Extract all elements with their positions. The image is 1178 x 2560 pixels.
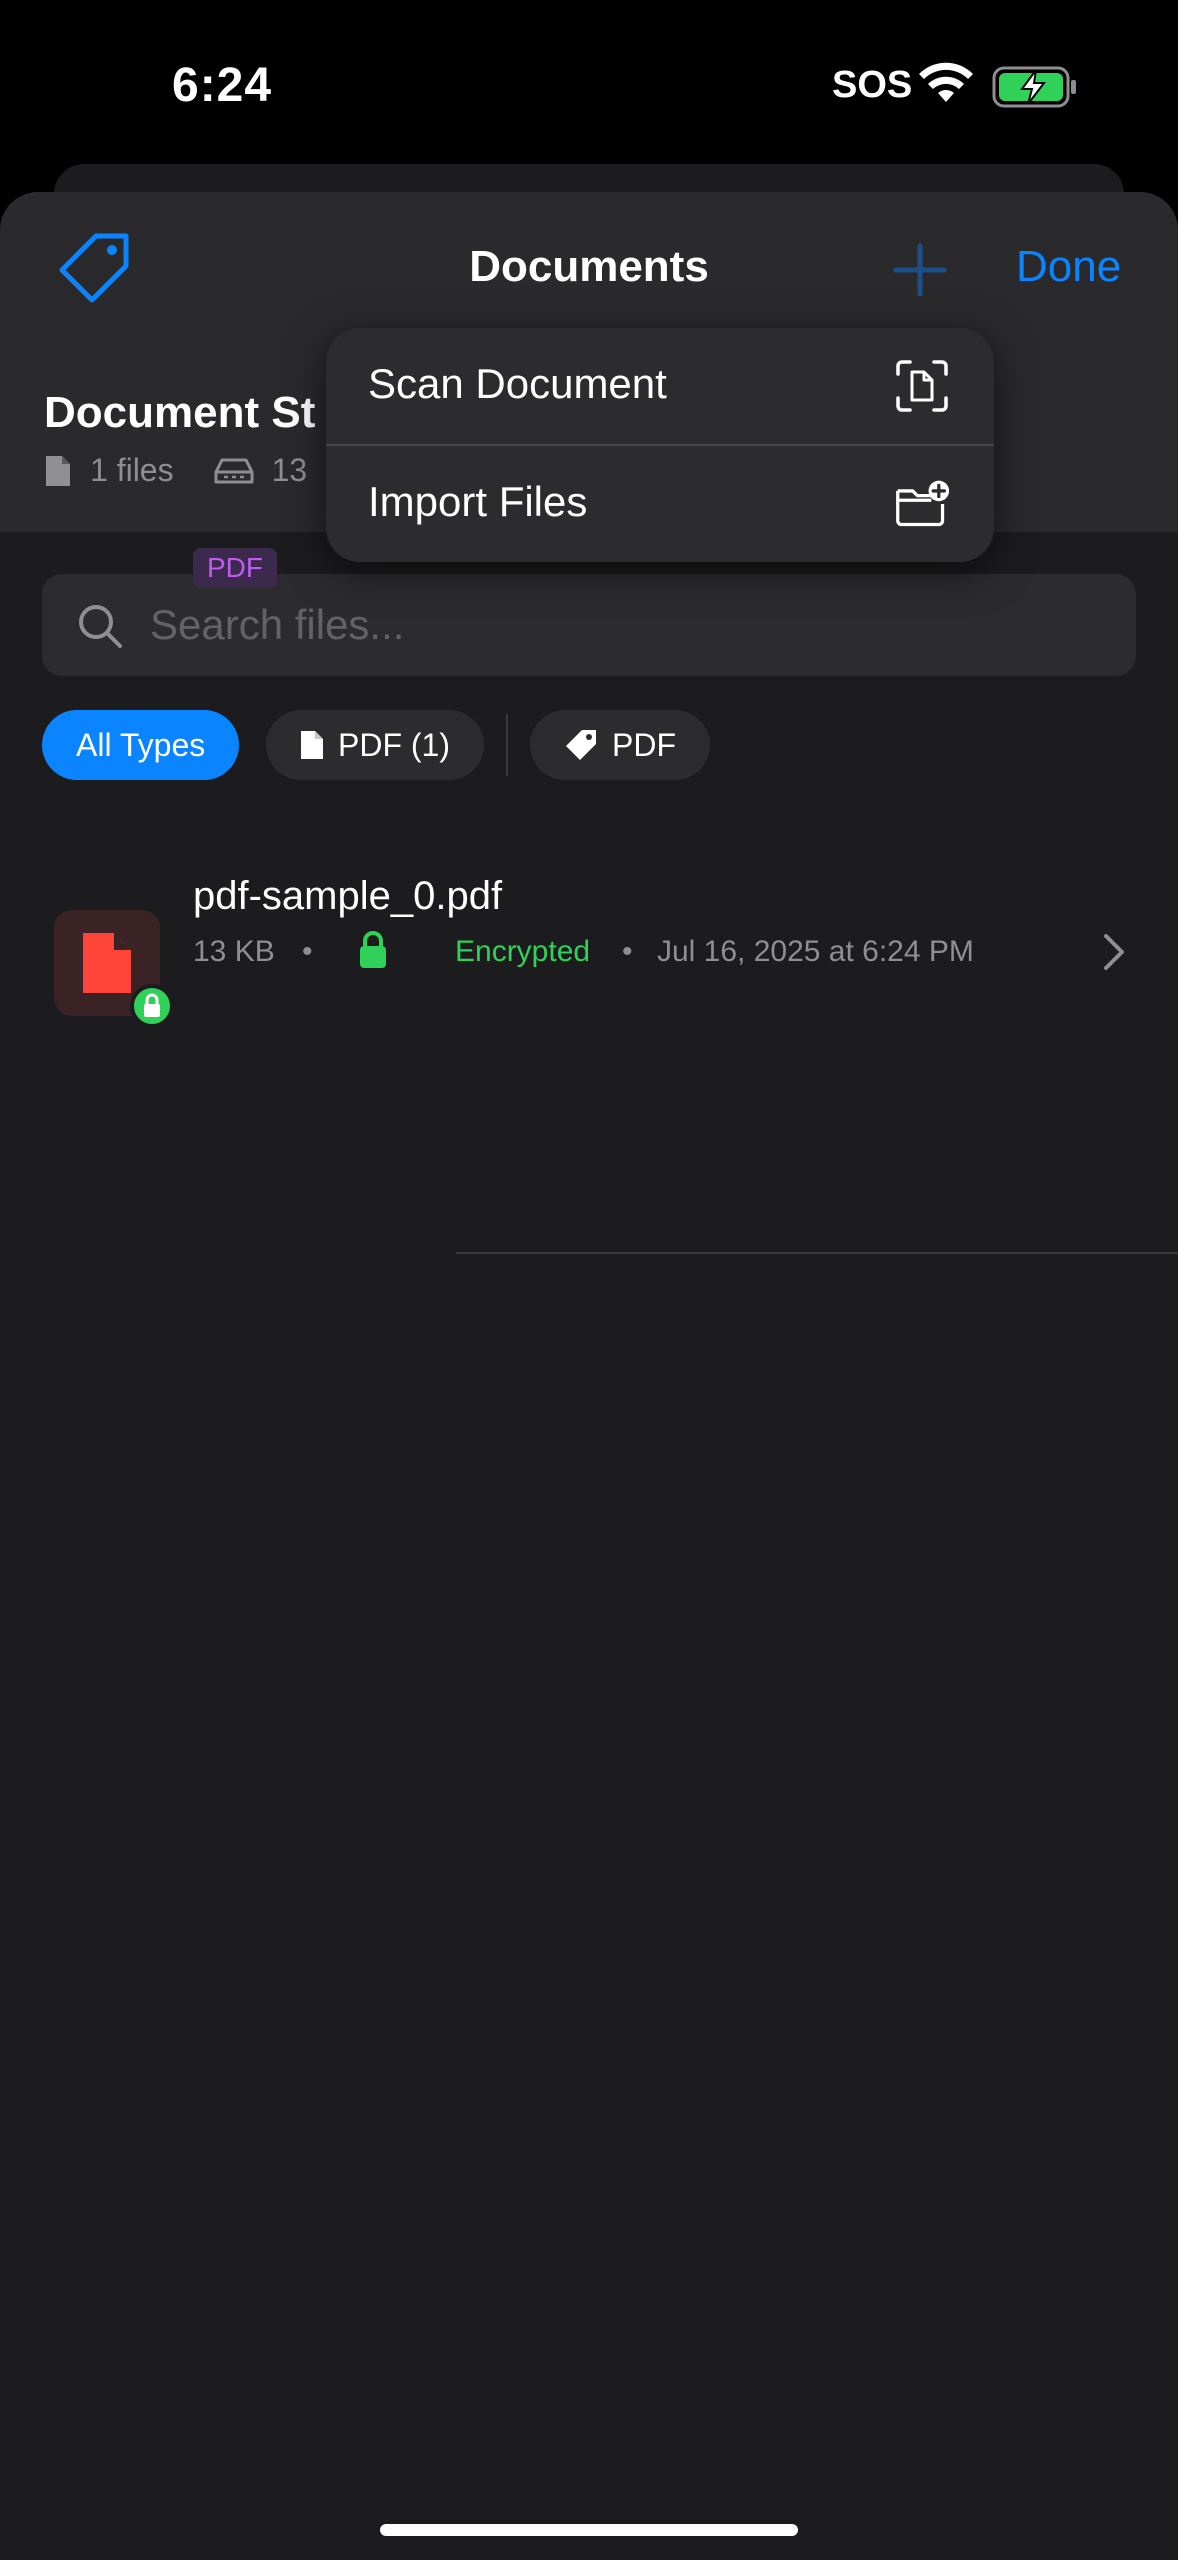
drive-icon xyxy=(214,458,254,483)
filter-all-types-label: All Types xyxy=(76,726,206,763)
filter-tag-label: PDF xyxy=(612,726,676,763)
meta-separator: • xyxy=(302,935,313,968)
sos-indicator: SOS xyxy=(832,64,913,106)
chip-separator xyxy=(506,714,508,776)
doc-viewfinder-icon xyxy=(896,360,948,412)
row-divider xyxy=(456,1252,1178,1254)
status-bar: 6:24 SOS xyxy=(0,0,1178,170)
tag-icon xyxy=(566,730,596,760)
meta-separator: • xyxy=(622,935,633,968)
lock-badge xyxy=(130,984,174,1028)
lock-icon xyxy=(144,993,160,1017)
menu-item-import-files[interactable]: Import Files xyxy=(326,446,994,562)
document-icon xyxy=(301,731,323,759)
pdf-document-icon xyxy=(83,933,131,993)
battery-charging-icon xyxy=(992,66,1076,108)
search-bar[interactable] xyxy=(42,574,1136,676)
filter-pdf[interactable]: PDF (1) xyxy=(266,710,484,780)
done-button[interactable]: Done xyxy=(1016,242,1121,292)
home-indicator xyxy=(380,2524,798,2536)
menu-item-label: Import Files xyxy=(368,478,588,525)
wifi-icon xyxy=(919,62,973,102)
filter-tag-pdf[interactable]: PDF xyxy=(530,710,710,780)
storage-title: Document St xyxy=(44,388,316,437)
filter-pdf-label: PDF (1) xyxy=(338,726,450,763)
add-menu-popup: Scan Document Import Files xyxy=(326,328,994,562)
file-size: 13 KB xyxy=(193,935,275,968)
file-row[interactable]: pdf-sample_0.pdf 13 KB • Encrypted • Jul… xyxy=(0,812,1178,1062)
file-tag-badge: PDF xyxy=(193,548,277,588)
filter-all-types[interactable]: All Types xyxy=(42,710,240,780)
file-icon xyxy=(46,455,70,486)
file-date: Jul 16, 2025 at 6:24 PM xyxy=(657,935,974,968)
file-name: pdf-sample_0.pdf xyxy=(193,874,503,918)
menu-item-scan-document[interactable]: Scan Document xyxy=(326,328,994,444)
storage-size: 13 xyxy=(271,452,308,488)
search-icon xyxy=(79,605,122,648)
status-time: 6:24 xyxy=(172,59,273,112)
storage-meta: 1 files 13 xyxy=(44,452,307,489)
search-input[interactable] xyxy=(150,592,1100,658)
chevron-right-icon xyxy=(1104,934,1124,970)
folder-add-icon xyxy=(896,480,950,527)
files-count: 1 files xyxy=(90,452,174,488)
page-title: Documents xyxy=(469,242,709,291)
lock-icon xyxy=(360,931,386,968)
encrypted-status: Encrypted xyxy=(455,935,591,968)
add-icon[interactable] xyxy=(892,242,948,298)
menu-item-label: Scan Document xyxy=(368,360,667,407)
